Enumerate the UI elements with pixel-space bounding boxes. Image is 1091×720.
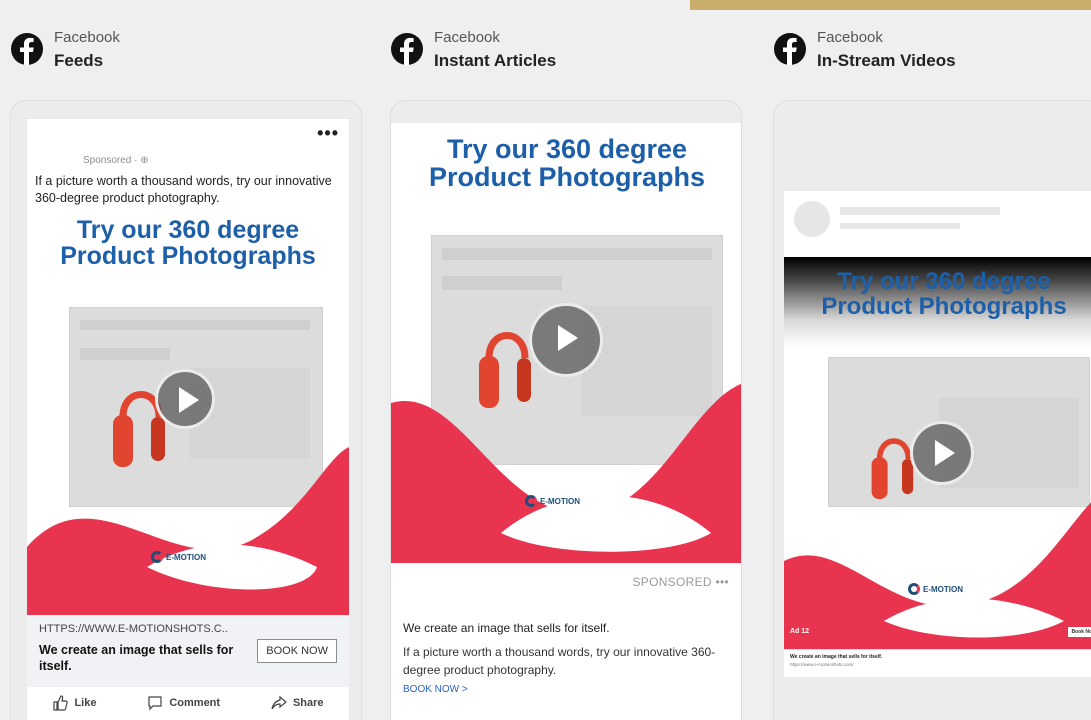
- red-wave-shape: [784, 502, 1091, 649]
- placement-brand: Facebook: [434, 29, 500, 46]
- red-wave-shape: [27, 447, 349, 615]
- placement-brand: Facebook: [54, 29, 120, 46]
- e-motion-logo-icon: [151, 551, 163, 563]
- caption-url: https://www.e-motionshots.com/: [790, 662, 854, 667]
- comment-icon: [148, 696, 162, 711]
- book-now-link[interactable]: BOOK NOW >: [403, 684, 468, 695]
- video-player[interactable]: Try our 360 degree Product Photographs E…: [784, 257, 1091, 649]
- e-motion-logo-icon: [525, 495, 537, 507]
- link-preview-bar[interactable]: HTTPS://WWW.E-MOTIONSHOTS.C... We create…: [27, 615, 349, 687]
- ad-body-text: If a picture worth a thousand words, try…: [403, 645, 716, 677]
- book-now-button[interactable]: Book Now: [1067, 627, 1091, 637]
- placement-name: In-Stream Videos: [817, 51, 956, 70]
- instream-videos-preview: Try our 360 degree Product Photographs E…: [773, 100, 1091, 720]
- thumbs-up-icon: [53, 695, 69, 711]
- top-accent-bar: [690, 0, 1091, 10]
- creative-headline-line2: Product Photographs: [821, 293, 1067, 321]
- video-ad-caption: We create an image that sells for itself…: [784, 649, 1091, 677]
- facebook-logo-icon: [11, 33, 43, 65]
- creative-headline-line1: Try our 360 degree: [837, 268, 1051, 295]
- ad-creative: Try our 360 degree Product Photographs E: [27, 217, 349, 615]
- e-motion-logo-icon: [908, 583, 920, 595]
- link-url: HTTPS://WWW.E-MOTIONSHOTS.C...: [39, 623, 229, 635]
- ad-creative: Try our 360 degree Product Photographs E…: [391, 123, 741, 563]
- facebook-logo-icon: [391, 33, 423, 65]
- sponsored-label: Sponsored · ⊕: [83, 155, 149, 166]
- e-motion-logo: E-MOTION: [908, 583, 963, 595]
- book-now-button[interactable]: BOOK NOW: [257, 639, 337, 663]
- share-button[interactable]: Share: [271, 695, 324, 711]
- more-options-icon[interactable]: •••: [317, 123, 339, 144]
- placement-header-instant-articles: Facebook Instant Articles: [390, 28, 556, 73]
- video-post: Try our 360 degree Product Photographs E…: [784, 191, 1091, 677]
- feeds-preview: ••• Sponsored · ⊕ If a picture worth a t…: [10, 100, 362, 720]
- ad-counter-label: Ad 12: [790, 628, 810, 635]
- instant-articles-preview: Try our 360 degree Product Photographs E…: [390, 100, 742, 720]
- caption-title: We create an image that sells for itself…: [790, 654, 883, 660]
- play-button-icon[interactable]: [155, 369, 215, 429]
- placement-brand: Facebook: [817, 29, 883, 46]
- link-title: We create an image that sells for itself…: [39, 643, 234, 673]
- e-motion-logo: E-MOTION: [525, 495, 580, 507]
- creative-headline-line2: Product Photographs: [429, 162, 705, 193]
- feed-post: ••• Sponsored · ⊕ If a picture worth a t…: [27, 119, 349, 720]
- like-button[interactable]: Like: [52, 695, 96, 711]
- comment-button[interactable]: Comment: [147, 695, 220, 711]
- sponsored-label: SPONSORED •••: [632, 575, 729, 589]
- facebook-logo-icon: [774, 33, 806, 65]
- avatar-placeholder: [794, 201, 830, 237]
- creative-headline-line1: Try our 360 degree: [446, 134, 688, 164]
- creative-headline-line1: Try our 360 degree: [76, 217, 300, 244]
- article-ad-footer: SPONSORED ••• We create an image that se…: [391, 563, 741, 720]
- placement-header-instream-videos: Facebook In-Stream Videos: [773, 28, 956, 73]
- placement-name: Instant Articles: [434, 51, 557, 70]
- share-icon: [271, 695, 287, 710]
- creative-headline-line2: Product Photographs: [60, 242, 316, 271]
- post-primary-text: If a picture worth a thousand words, try…: [35, 174, 332, 205]
- placement-name: Feeds: [54, 51, 104, 70]
- ad-headline-text: We create an image that sells for itself…: [403, 621, 610, 635]
- post-actions: Like Comment Share: [27, 695, 349, 711]
- red-wave-shape: [391, 383, 741, 563]
- placement-header-feeds: Facebook Feeds: [10, 28, 120, 73]
- e-motion-logo: E-MOTION: [151, 551, 206, 563]
